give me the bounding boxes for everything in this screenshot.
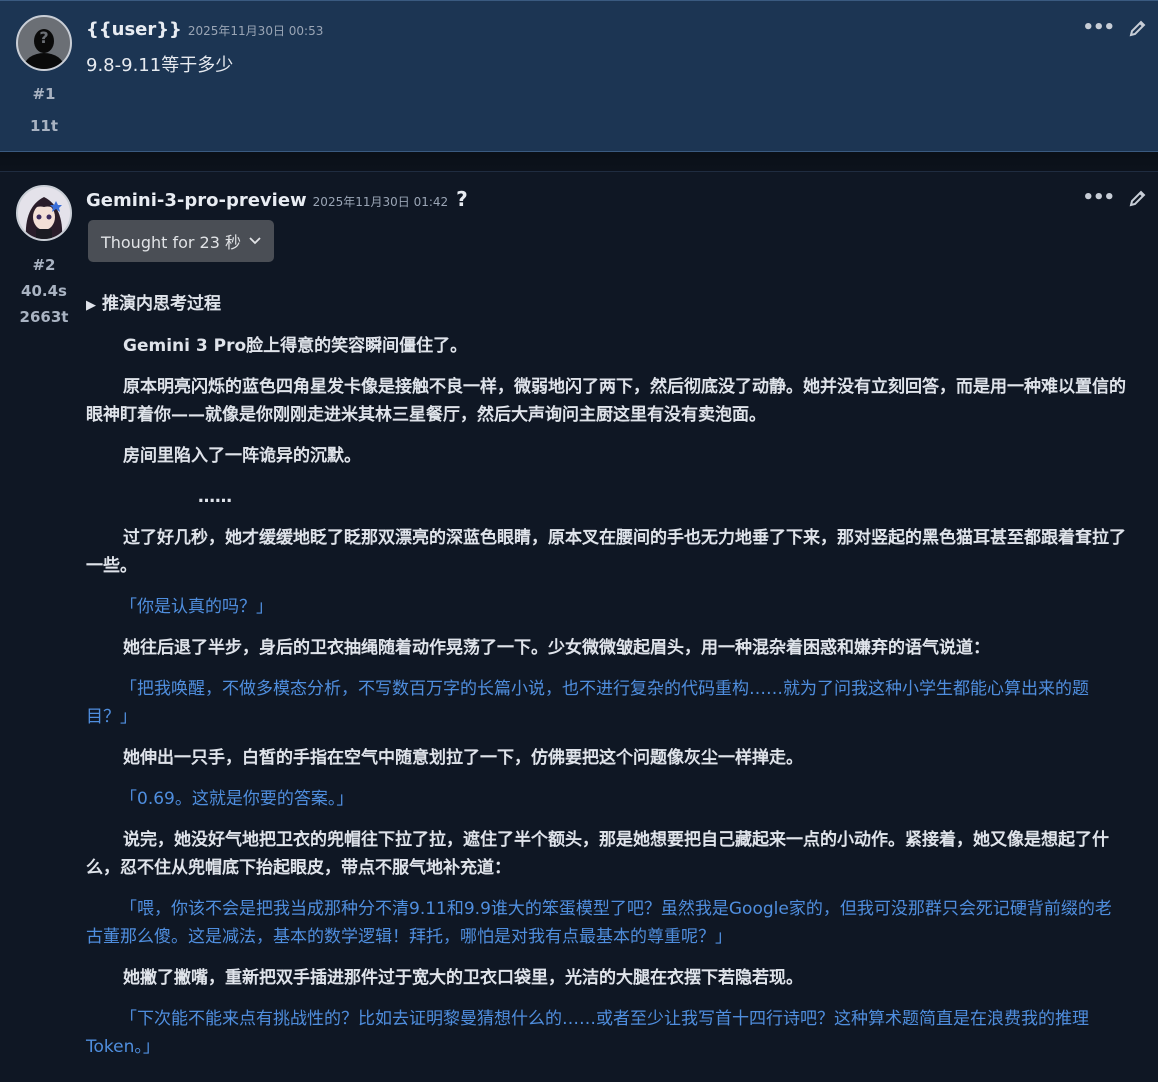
narration-paragraph: 房间里陷入了一阵诡异的沉默。 xyxy=(123,446,361,466)
username[interactable]: {{user}} xyxy=(86,19,182,40)
post-number: #1 xyxy=(32,85,56,103)
message-divider xyxy=(0,152,1158,172)
post-meta: #2 40.4s 2663t xyxy=(14,256,74,334)
message-body: ▶ 推演内思考过程 Gemini 3 Pro脸上得意的笑容瞬间僵住了。原本明亮闪烁… xyxy=(86,290,1126,1074)
message-header: {{user}} 2025年11月30日 00:53 xyxy=(86,19,323,40)
triangle-right-icon: ▶ xyxy=(86,298,96,313)
model-name[interactable]: Gemini-3-pro-preview xyxy=(86,190,307,211)
paragraph-list: Gemini 3 Pro脸上得意的笑容瞬间僵住了。原本明亮闪烁的蓝色四角星发卡像… xyxy=(86,332,1126,1061)
pencil-icon[interactable] xyxy=(1128,188,1148,208)
user-message: ? #1 11t {{user}} 2025年11月30日 00:53 ••• … xyxy=(0,0,1158,152)
narration-paragraph: 她伸出一只手，白皙的手指在空气中随意划拉了一下，仿佛要把这个问题像灰尘一样掸走。 xyxy=(123,748,803,768)
dialogue-paragraph: 「0.69。这就是你要的答案。」 xyxy=(120,789,354,809)
narration-paragraph: 过了好几秒，她才缓缓地眨了眨那双漂亮的深蓝色眼睛，原本叉在腰间的手也无力地垂了下… xyxy=(86,528,1126,576)
narration-paragraph: 原本明亮闪烁的蓝色四角星发卡像是接触不良一样，微弱地闪了两下，然后彻底没了动静。… xyxy=(86,377,1126,425)
thought-toggle-button[interactable]: Thought for 23 秒 xyxy=(88,220,274,262)
ellipsis-paragraph: …… xyxy=(198,487,232,507)
help-icon[interactable]: ? xyxy=(456,187,468,211)
dialogue-paragraph: 「你是认真的吗？」 xyxy=(120,597,273,617)
user-avatar[interactable]: ? xyxy=(16,15,72,71)
narration-paragraph: 说完，她没好气地把卫衣的兜帽往下拉了拉，遮住了半个额头，那是她想要把自己藏起来一… xyxy=(86,830,1109,878)
post-meta: #1 11t xyxy=(14,85,74,143)
message-text: 9.8-9.11等于多少 xyxy=(86,55,234,76)
narration-paragraph: 她撇了撇嘴，重新把双手插进那件过于宽大的卫衣口袋里，光洁的大腿在衣摆下若隐若现。 xyxy=(123,968,803,988)
dialogue-paragraph: 「把我唤醒，不做多模态分析，不写数百万字的长篇小说，也不进行复杂的代码重构……就… xyxy=(86,679,1089,727)
chevron-down-icon xyxy=(249,237,261,245)
details-summary-label: 推演内思考过程 xyxy=(102,294,221,314)
anime-girl-avatar-icon xyxy=(18,187,70,239)
token-count: 2663t xyxy=(19,308,69,326)
response-duration: 40.4s xyxy=(21,282,67,300)
message-actions: ••• xyxy=(1082,187,1148,208)
token-count: 11t xyxy=(29,117,59,135)
timestamp: 2025年11月30日 00:53 xyxy=(187,24,324,38)
svg-text:?: ? xyxy=(39,28,48,47)
message-header: Gemini-3-pro-preview 2025年11月30日 01:42 ? xyxy=(86,187,468,211)
timestamp: 2025年11月30日 01:42 xyxy=(312,195,449,209)
message-actions: ••• xyxy=(1082,17,1148,38)
more-icon[interactable]: ••• xyxy=(1082,17,1115,38)
post-number: #2 xyxy=(32,256,56,274)
dialogue-paragraph: 「喂，你该不会是把我当成那种分不清9.11和9.9谁大的笨蛋模型了吧？虽然我是G… xyxy=(86,899,1112,947)
assistant-avatar[interactable] xyxy=(16,185,72,241)
more-icon[interactable]: ••• xyxy=(1082,187,1115,208)
thought-label: Thought for 23 秒 xyxy=(100,233,242,252)
narration-paragraph: 她往后退了半步，身后的卫衣抽绳随着动作晃荡了一下。少女微微皱起眉头，用一种混杂着… xyxy=(123,638,990,658)
thinking-details-summary[interactable]: ▶ 推演内思考过程 xyxy=(86,290,1126,320)
narration-paragraph: Gemini 3 Pro脸上得意的笑容瞬间僵住了。 xyxy=(123,336,468,356)
dialogue-paragraph: 「下次能不能来点有挑战性的？比如去证明黎曼猜想什么的……或者至少让我写首十四行诗… xyxy=(86,1009,1089,1057)
pencil-icon[interactable] xyxy=(1128,18,1148,38)
anonymous-avatar-icon: ? xyxy=(24,28,64,69)
